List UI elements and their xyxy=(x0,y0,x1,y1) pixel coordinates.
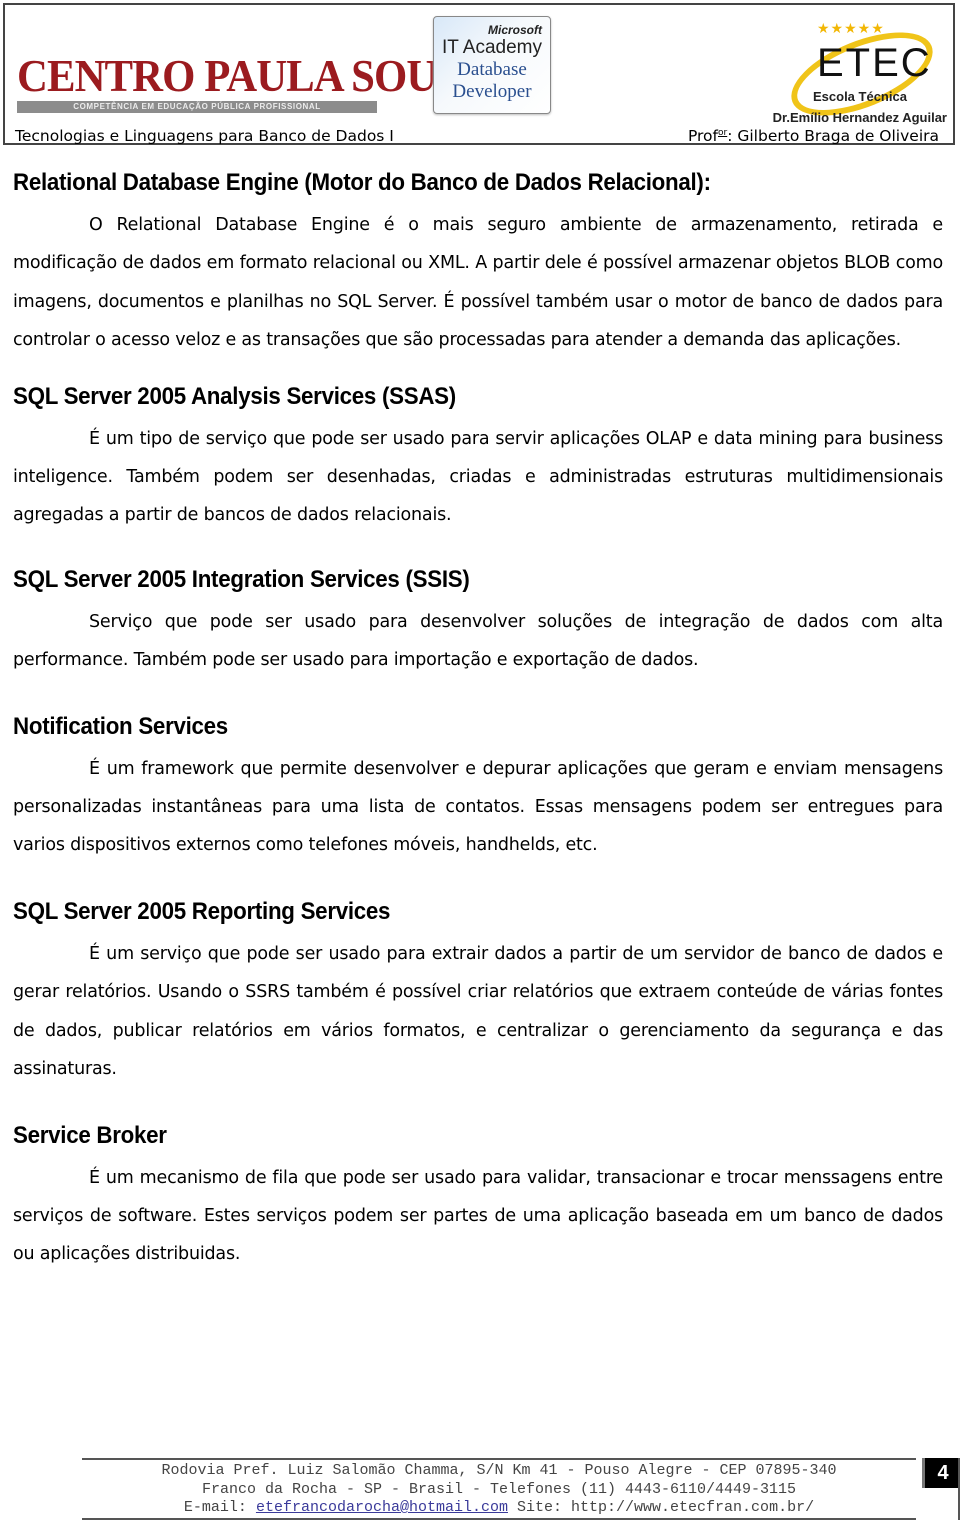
centro-paula-souza-logo: CENTRO PAULA SOUZA COMPETÊNCIA EM EDUCAÇ… xyxy=(17,50,495,113)
section-heading: SQL Server 2005 Reporting Services xyxy=(13,897,391,925)
cps-logo-tagline: COMPETÊNCIA EM EDUCAÇÃO PÚBLICA PROFISSI… xyxy=(17,101,377,113)
footer-contact: Rodovia Pref. Luiz Salomão Chamma, S/N K… xyxy=(82,1458,916,1520)
section-notification-services: Notification Services É um framework que… xyxy=(13,704,943,865)
microsoft-brand: Microsoft xyxy=(488,23,542,37)
etec-name: ETEC xyxy=(817,41,932,85)
prof-superscript: or xyxy=(718,127,728,138)
section-heading: Notification Services xyxy=(13,712,228,740)
site-url[interactable]: http://www.etecfran.com.br/ xyxy=(571,1499,814,1516)
etec-school-name: Dr.Emílio Hernandez Aguilar xyxy=(772,110,947,125)
section-ssas: SQL Server 2005 Analysis Services (SSAS)… xyxy=(13,374,943,535)
etec-logo: ★★★★★ ETEC Escola Técnica Dr.Emílio Hern… xyxy=(767,15,957,133)
section-service-broker: Service Broker É um mecanismo de fila qu… xyxy=(13,1113,943,1274)
email-link[interactable]: etefrancodarocha@hotmail.com xyxy=(256,1499,508,1516)
section-heading: SQL Server 2005 Integration Services (SS… xyxy=(13,565,470,593)
section-relational-engine: Relational Database Engine (Motor do Ban… xyxy=(13,160,943,360)
document-body: Relational Database Engine (Motor do Ban… xyxy=(13,160,943,1274)
prof-prefix: Prof xyxy=(687,127,718,145)
footer-links: E-mail: etefrancodarocha@hotmail.com Sit… xyxy=(82,1499,916,1518)
section-body: Serviço que pode ser usado para desenvol… xyxy=(13,611,943,671)
it-academy-line2: Developer xyxy=(452,81,532,102)
page-footer: Rodovia Pref. Luiz Salomão Chamma, S/N K… xyxy=(82,1458,960,1520)
section-body: É um tipo de serviço que pode ser usado … xyxy=(13,428,943,526)
course-title: Tecnologias e Linguagens para Banco de D… xyxy=(15,127,394,145)
section-ssis: SQL Server 2005 Integration Services (SS… xyxy=(13,557,943,680)
section-body: É um serviço que pode ser usado para ext… xyxy=(13,943,943,1080)
page-header: CENTRO PAULA SOUZA COMPETÊNCIA EM EDUCAÇ… xyxy=(3,3,955,145)
section-heading: Service Broker xyxy=(13,1121,167,1149)
it-academy-title: IT Academy xyxy=(442,37,542,58)
etec-subtitle: Escola Técnica xyxy=(813,89,907,104)
footer-city-phone: Franco da Rocha - SP - Brasil - Telefone… xyxy=(201,1480,797,1498)
cps-logo-title: CENTRO PAULA SOUZA xyxy=(17,50,495,101)
page-number: 4 xyxy=(922,1458,960,1488)
it-academy-logo: Microsoft IT Academy Database Developer xyxy=(433,16,551,114)
professor-name: Profor: Gilberto Braga de Oliveira xyxy=(688,127,939,145)
stars-icon: ★★★★★ xyxy=(817,22,885,37)
section-heading: SQL Server 2005 Analysis Services (SSAS) xyxy=(13,382,456,410)
section-ssrs: SQL Server 2005 Reporting Services É um … xyxy=(13,889,943,1089)
email-label: E-mail: xyxy=(183,1499,247,1516)
section-body: O Relational Database Engine é o mais se… xyxy=(13,215,943,351)
section-heading: Relational Database Engine (Motor do Ban… xyxy=(13,169,711,196)
section-body: É um mecanismo de fila que pode ser usad… xyxy=(13,1167,943,1265)
prof-name: : Gilberto Braga de Oliveira xyxy=(727,127,939,145)
footer-address: Rodovia Pref. Luiz Salomão Chamma, S/N K… xyxy=(161,1462,837,1479)
section-body: É um framework que permite desenvolver e… xyxy=(13,758,943,856)
it-academy-line1: Database xyxy=(457,59,527,80)
site-label: Site: xyxy=(517,1499,563,1516)
